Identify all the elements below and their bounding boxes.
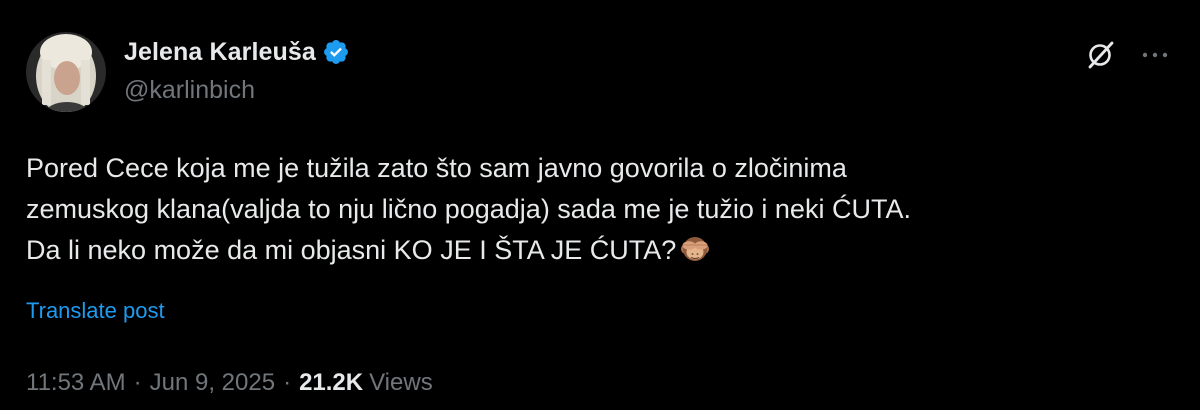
- meta-separator: ·: [283, 369, 292, 396]
- meta-separator: ·: [133, 369, 142, 396]
- display-name[interactable]: Jelena Karleuša: [124, 38, 316, 67]
- more-options-icon[interactable]: [1138, 40, 1172, 70]
- verified-badge-icon: [322, 38, 350, 66]
- author-handle[interactable]: @karlinbich: [124, 76, 255, 105]
- views-count: 21.2K: [299, 369, 364, 396]
- see-no-evil-monkey-icon: [680, 234, 710, 264]
- author-name-row: Jelena Karleuša: [124, 36, 350, 68]
- tweet-text-line-2: zemuskog klana(valjda to nju lično pogad…: [26, 194, 911, 224]
- avatar-image: [26, 32, 106, 112]
- views-label: Views: [369, 369, 433, 396]
- tweet-date[interactable]: Jun 9, 2025: [150, 369, 275, 397]
- translate-post-link[interactable]: Translate post: [26, 298, 165, 324]
- tweet-text: Pored Cece koja me je tužila zato što sa…: [26, 148, 1186, 271]
- tweet-time[interactable]: 11:53 AM: [26, 369, 126, 397]
- tweet-text-line-1: Pored Cece koja me je tužila zato što sa…: [26, 153, 847, 183]
- grok-icon[interactable]: [1083, 38, 1117, 72]
- avatar[interactable]: [26, 32, 106, 112]
- tweet-text-line-3-content: Da li neko može da mi objasni KO JE I ŠT…: [26, 235, 677, 265]
- tweet-text-line-3: Da li neko može da mi objasni KO JE I ŠT…: [26, 230, 1186, 271]
- tweet-metadata: 11:53 AM · Jun 9, 2025 · 21.2K Views: [26, 369, 433, 397]
- tweet-card: Jelena Karleuša @karlinbich Pored Cece k…: [0, 0, 1200, 410]
